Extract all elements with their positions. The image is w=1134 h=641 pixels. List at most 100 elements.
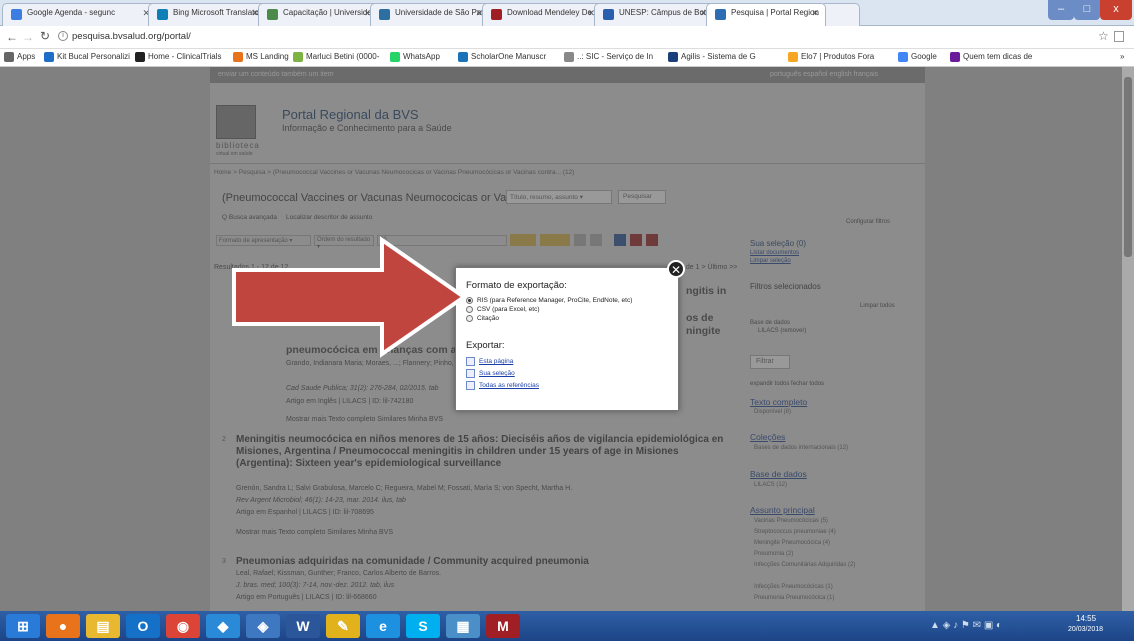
clear-selection-link[interactable]: Limpar seleção [750, 258, 791, 264]
facet-item[interactable]: Meningite Pneumocócica (4) [754, 540, 830, 546]
media-icon[interactable]: ◆ [206, 614, 240, 638]
facet-title[interactable]: Texto completo [750, 397, 807, 407]
facet-item[interactable]: Bases de dados internacionais (12) [754, 445, 848, 451]
language-links[interactable]: português español english français [770, 71, 878, 78]
email-icon[interactable] [590, 234, 602, 246]
firefox-icon[interactable]: ● [46, 614, 80, 638]
pager[interactable]: 1 de 1 > Último >> [680, 264, 737, 271]
network-icon[interactable]: ◈ [246, 614, 280, 638]
bookmark-item[interactable]: MS Landing [233, 52, 289, 62]
facet-item[interactable]: Pneumonia (2) [754, 551, 793, 557]
browser-tab[interactable]: Google Agenda - segunc ✕ [2, 3, 157, 26]
bookmark-item[interactable]: ..: SIC - Serviço de In [564, 52, 653, 62]
configure-filters-link[interactable]: Configurar filtros [846, 219, 890, 225]
browser-tab[interactable]: Capacitação | Universida ✕ [258, 3, 378, 26]
close-window-button[interactable]: x [1100, 0, 1132, 20]
scrollbar-thumb[interactable] [1124, 77, 1132, 257]
paint-icon[interactable]: ✎ [326, 614, 360, 638]
word-icon[interactable]: W [286, 614, 320, 638]
bookmark-item[interactable]: Kit Bucal Personalizi [44, 52, 130, 62]
result-actions[interactable]: Mostrar mais Texto completo Similares Mi… [236, 529, 393, 536]
export-this-page-link[interactable]: Esta página [466, 357, 668, 366]
facet-item[interactable]: Vacinas Pneumocócicas (5) [754, 518, 828, 524]
bookmark-item[interactable]: ScholarOne Manuscr [458, 52, 546, 62]
export-option-csv[interactable]: CSV (para Excel, etc) [466, 306, 668, 313]
bookmark-item[interactable]: Quem tem dicas de [950, 52, 1032, 62]
result-title-fragment[interactable]: ngitis in [686, 285, 726, 297]
ie-icon[interactable]: e [366, 614, 400, 638]
result-actions[interactable]: Mostrar mais Texto completo Similares Mi… [286, 416, 443, 423]
browser-tab[interactable]: UNESP: Câmpus de Botu ✕ [594, 3, 714, 26]
browser-tab[interactable]: Bing Microsoft Translato ✕ [148, 3, 266, 26]
search-query-text[interactable]: (Pneumococcal Vaccines or Vacunas Neumoc… [222, 192, 532, 204]
chrome-icon[interactable]: ◉ [166, 614, 200, 638]
share-icon[interactable] [630, 234, 642, 246]
facebook-icon[interactable] [614, 234, 626, 246]
bookmark-item[interactable]: Marluci Betini (0000- [293, 52, 379, 62]
browser-tab[interactable]: Download Mendeley De: ✕ [482, 3, 602, 26]
close-tab-icon[interactable]: ✕ [811, 8, 819, 19]
export-all-link[interactable]: Todas as referências [466, 381, 668, 390]
info-icon[interactable]: i [58, 31, 68, 41]
radio-unselected[interactable] [466, 306, 473, 313]
windows-start-icon[interactable]: ⊞ [6, 614, 40, 638]
export-selection-link[interactable]: Sua seleção [466, 369, 668, 378]
search-button[interactable]: Pesquisar [618, 190, 666, 204]
clear-all-link[interactable]: Limpar todos [860, 303, 895, 309]
url-field[interactable]: pesquisa.bvsalud.org/portal/ [72, 31, 191, 42]
bookmark-item[interactable]: Google [898, 52, 937, 62]
facet-item[interactable]: Streptococcus pneumoniae (4) [754, 529, 836, 535]
facet-item[interactable]: LILACS (12) [754, 482, 787, 488]
maximize-button[interactable]: □ [1074, 0, 1100, 20]
result-title-fragment[interactable]: ningite [686, 325, 720, 337]
export-option-ris[interactable]: RIS (para Reference Manager, ProCite, En… [466, 297, 668, 304]
bookmark-star-icon[interactable]: ☆ [1098, 29, 1109, 43]
share-icon[interactable] [646, 234, 658, 246]
bookmark-item[interactable]: WhatsApp [390, 52, 440, 62]
export-option-citation[interactable]: Citação [466, 315, 668, 322]
decs-link[interactable]: Localizar descritor de assunto [286, 214, 372, 221]
bookmark-item[interactable]: Agilis - Sistema de G [668, 52, 756, 62]
bookmark-item[interactable]: Home - ClinicalTrials [135, 52, 222, 62]
browser-tab-active[interactable]: Pesquisa | Portal Region ✕ [706, 3, 826, 26]
minimize-button[interactable]: – [1048, 0, 1074, 20]
mendeley-icon[interactable]: M [486, 614, 520, 638]
facet-title[interactable]: Base de dados [750, 469, 807, 479]
skip-link[interactable]: enviar um conteúdo também um item [218, 71, 334, 78]
list-documents-link[interactable]: Listar documentos [750, 250, 799, 256]
more-bookmarks-icon[interactable]: » [1120, 52, 1124, 61]
db-value[interactable]: LILACS (remover) [758, 328, 806, 334]
notepad-icon[interactable]: ▦ [446, 614, 480, 638]
facet-title[interactable]: Assunto principal [750, 505, 815, 515]
browser-tab[interactable]: Universidade de São Pau ✕ [370, 3, 490, 26]
search-field-select[interactable]: Título, resumo, assunto ▾ [506, 190, 612, 204]
outlook-icon[interactable]: O [126, 614, 160, 638]
new-tab-button[interactable] [820, 3, 860, 26]
export-button[interactable] [540, 234, 570, 246]
close-modal-icon[interactable]: ✕ [667, 260, 685, 278]
facet-item[interactable]: Infecções Pneumocócicas (1) [754, 584, 833, 590]
extension-icon[interactable] [1114, 31, 1124, 42]
tray-icons[interactable]: ▲ ◈ ♪ ⚑ ✉ ▣ ◐ [930, 620, 1002, 631]
print-icon[interactable] [574, 234, 586, 246]
facet-item[interactable]: Disponível (8) [754, 409, 791, 415]
bookmark-apps[interactable]: Apps [4, 52, 35, 62]
facet-item[interactable]: Infecções Comunitárias Adquiridas (2) [754, 562, 855, 568]
radio-selected[interactable] [466, 297, 473, 304]
result-title-fragment[interactable]: os de [686, 312, 713, 324]
reload-icon[interactable]: ↻ [40, 29, 50, 43]
rss-button[interactable] [510, 234, 536, 246]
forward-arrow-icon[interactable]: → [22, 30, 34, 44]
facet-title[interactable]: Coleções [750, 432, 785, 442]
facet-item[interactable]: Pneumonia Pneumocócica (1) [754, 595, 834, 601]
filter-button[interactable]: Filtrar [750, 355, 790, 369]
radio-unselected[interactable] [466, 315, 473, 322]
result-title[interactable]: Pneumonias adquiridas na comunidade / Co… [236, 556, 589, 567]
back-arrow-icon[interactable]: ← [6, 30, 18, 44]
expand-collapse-links[interactable]: expandir todos fechar todos [750, 381, 824, 387]
result-title[interactable]: Meningitis neumocócica en niños menores … [236, 434, 726, 470]
file-explorer-icon[interactable]: ▤ [86, 614, 120, 638]
skype-icon[interactable]: S [406, 614, 440, 638]
advanced-search-link[interactable]: Q Busca avançada [222, 214, 277, 221]
bvs-logo-icon[interactable] [216, 105, 256, 139]
